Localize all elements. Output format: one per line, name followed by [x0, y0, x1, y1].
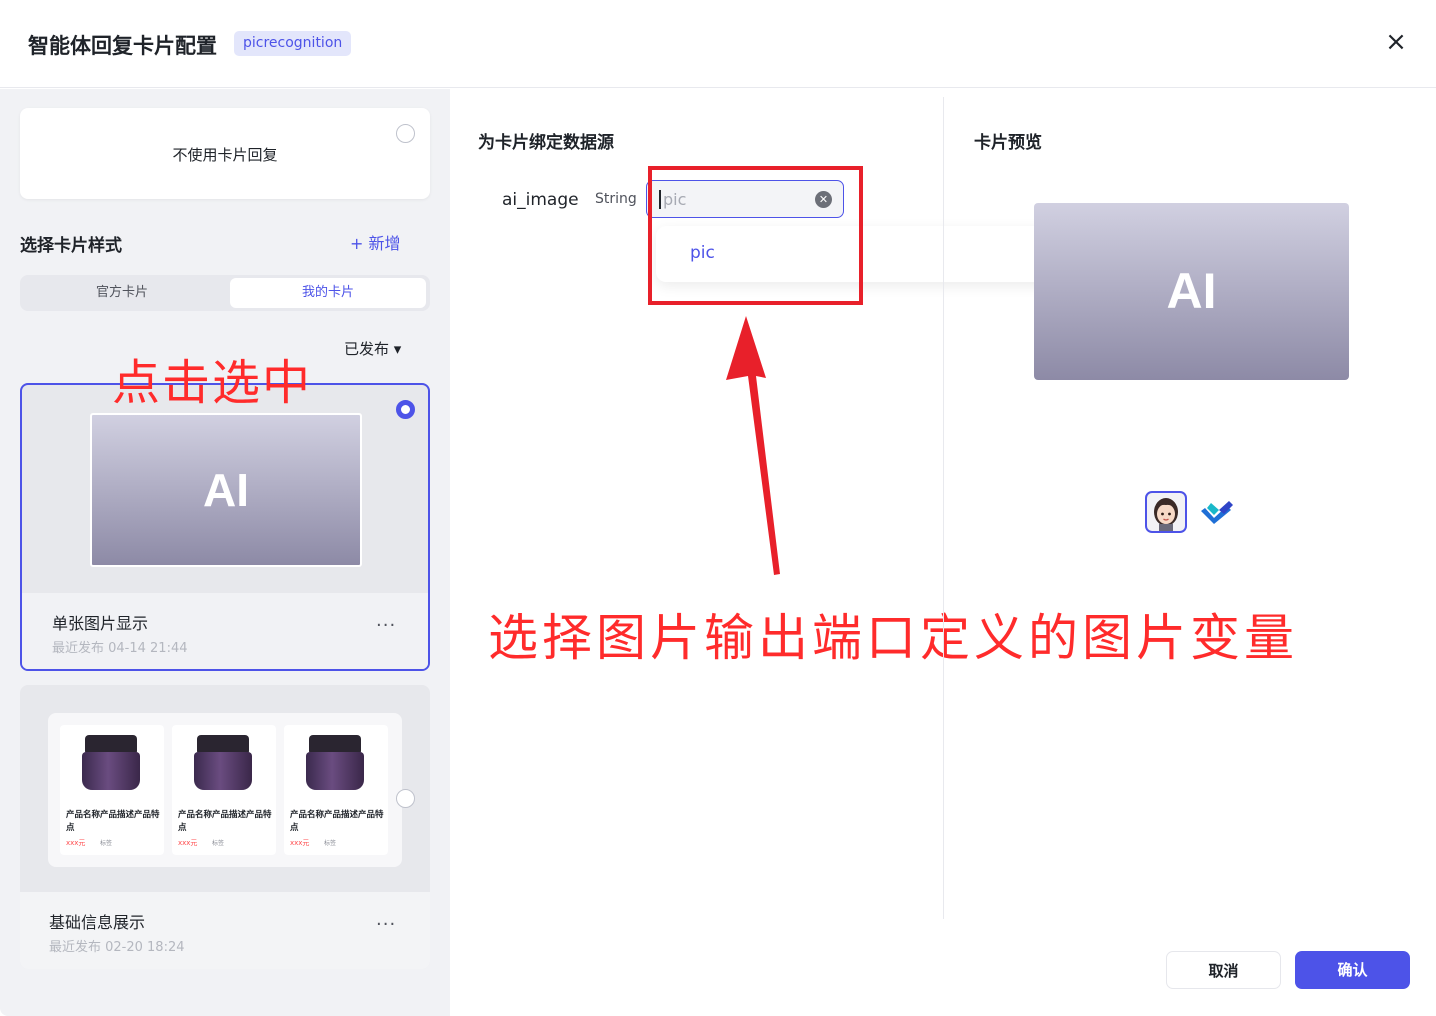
workflow-tag: picrecognition [234, 31, 352, 56]
card-name: 单张图片显示 [52, 614, 149, 633]
product-preview: 产品名称产品描述产品特点 xxx元 标签 产品名称产品描述产品特点 xxx元 标… [48, 713, 402, 867]
card-style-panel: 不使用卡片回复 选择卡片样式 + 新增 官方卡片 我的卡片 已发布 ▾ AI 单… [0, 89, 450, 1016]
card-config-dialog: 智能体回复卡片配置 picrecognition × 不使用卡片回复 选择卡片样… [0, 0, 1436, 1016]
product-item: 产品名称产品描述产品特点 xxx元 标签 [172, 725, 276, 855]
preview-title: 卡片预览 [974, 133, 1042, 153]
tab-official-cards[interactable]: 官方卡片 [23, 278, 221, 308]
card-publish-time: 最近发布 02-20 18:24 [49, 940, 185, 955]
product-tag: 标签 [212, 840, 225, 847]
product-price: xxx元 [290, 839, 310, 847]
no-card-option[interactable]: 不使用卡片回复 [20, 108, 430, 199]
product-title: 产品名称产品描述产品特点 [66, 810, 160, 833]
product-tag: 标签 [100, 840, 113, 847]
product-jar-image [194, 735, 252, 791]
annotation-arrow-icon [726, 316, 780, 575]
annotation-highlight-box [648, 166, 863, 305]
card-basic-info[interactable]: 产品名称产品描述产品特点 xxx元 标签 产品名称产品描述产品特点 xxx元 标… [20, 685, 430, 969]
product-title: 产品名称产品描述产品特点 [178, 810, 272, 833]
card-footer: 单张图片显示 最近发布 04-14 21:44 ··· [22, 593, 428, 669]
confirm-button[interactable]: 确认 [1295, 951, 1410, 989]
preview-card-image: AI [1034, 203, 1349, 380]
annotation-click-select: 点击选中 [112, 355, 313, 411]
variable-name: ai_image [502, 190, 579, 210]
bot-avatar [1145, 491, 1187, 533]
product-jar-image [306, 735, 364, 791]
card-publish-time: 最近发布 04-14 21:44 [52, 641, 188, 656]
card-name: 基础信息展示 [49, 913, 146, 932]
platform-logo-icon [1201, 501, 1233, 524]
more-icon[interactable]: ··· [376, 914, 396, 935]
product-tag: 标签 [324, 840, 337, 847]
status-filter-dropdown[interactable]: 已发布 ▾ [344, 338, 401, 359]
cancel-button[interactable]: 取消 [1166, 951, 1281, 989]
binding-section-title: 为卡片绑定数据源 [478, 133, 614, 153]
annotation-instruction: 选择图片输出端口定义的图片变量 [488, 609, 1298, 667]
bot-avatar-icon [1154, 498, 1178, 531]
style-section-title: 选择卡片样式 [20, 236, 122, 256]
tab-my-cards[interactable]: 我的卡片 [230, 278, 426, 308]
product-item: 产品名称产品描述产品特点 xxx元 标签 [60, 725, 164, 855]
no-card-label: 不使用卡片回复 [172, 146, 278, 164]
product-item: 产品名称产品描述产品特点 xxx元 标签 [284, 725, 388, 855]
card-thumbnail: AI [90, 413, 362, 567]
card-source-tabs: 官方卡片 我的卡片 [20, 275, 430, 311]
card-radio[interactable] [396, 789, 415, 808]
product-price: xxx元 [178, 839, 198, 847]
dialog-title: 智能体回复卡片配置 [28, 34, 217, 58]
no-card-radio[interactable] [396, 124, 415, 143]
close-icon[interactable]: × [1382, 28, 1410, 56]
platform-logo [1197, 491, 1239, 533]
variable-type: String [595, 191, 637, 207]
card-radio-selected[interactable] [396, 400, 415, 419]
dialog-header: 智能体回复卡片配置 picrecognition × [0, 0, 1436, 88]
more-icon[interactable]: ··· [376, 615, 396, 636]
card-footer: 基础信息展示 最近发布 02-20 18:24 ··· [20, 892, 430, 969]
product-price: xxx元 [66, 839, 86, 847]
add-card-button[interactable]: + 新增 [350, 230, 401, 254]
panel-divider [943, 97, 944, 919]
card-single-image[interactable]: AI 单张图片显示 最近发布 04-14 21:44 ··· [20, 383, 430, 671]
product-title: 产品名称产品描述产品特点 [290, 810, 384, 833]
product-jar-image [82, 735, 140, 791]
